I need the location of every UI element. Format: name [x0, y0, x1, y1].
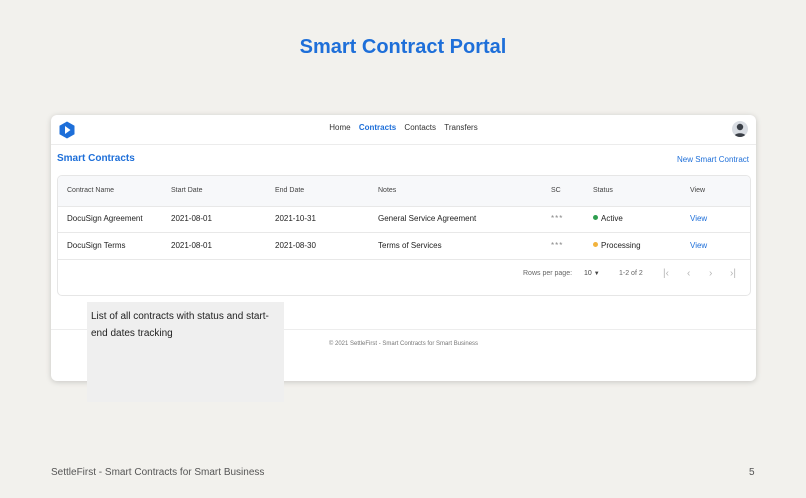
status-text: Active: [601, 214, 623, 223]
header-start-date[interactable]: Start Date: [171, 186, 203, 196]
rows-per-page-value: 10: [584, 270, 592, 277]
main-nav: Home Contracts Contacts Transfers: [51, 123, 756, 132]
table-row: DocuSign Terms 2021-08-01 2021-08-30 Ter…: [58, 233, 750, 260]
last-page-icon[interactable]: ›|: [730, 268, 736, 279]
table-header: Contract Name Start Date End Date Notes …: [58, 176, 750, 207]
nav-home[interactable]: Home: [329, 123, 350, 132]
start-date: 2021-08-01: [171, 241, 212, 250]
header-view: View: [690, 187, 706, 194]
view-link[interactable]: View: [690, 214, 707, 224]
notes: Terms of Services: [378, 241, 442, 250]
notes: General Service Agreement: [378, 214, 477, 223]
status-text: Processing: [601, 241, 641, 250]
new-smart-contract-link[interactable]: New Smart Contract: [677, 155, 749, 164]
prev-page-icon[interactable]: ‹: [687, 268, 690, 279]
status-dot-icon: [593, 242, 598, 247]
contract-name: DocuSign Terms: [67, 241, 126, 250]
pagination-range: 1-2 of 2: [619, 270, 643, 277]
header-notes[interactable]: Notes: [378, 186, 396, 196]
annotation-callout: List of all contracts with status and st…: [87, 302, 284, 402]
header-contract-name[interactable]: Contract Name: [67, 186, 114, 196]
slide-footer: SettleFirst - Smart Contracts for Smart …: [51, 467, 265, 478]
first-page-icon[interactable]: |‹: [663, 268, 669, 279]
user-avatar-icon: [734, 123, 746, 137]
end-date: 2021-10-31: [275, 214, 316, 223]
end-date: 2021-08-30: [275, 241, 316, 250]
header-end-date[interactable]: End Date: [275, 186, 304, 196]
page-number: 5: [749, 467, 755, 478]
nav-transfers[interactable]: Transfers: [444, 123, 478, 132]
sc-value: ***: [551, 214, 564, 223]
rows-per-page-label: Rows per page:: [523, 270, 573, 277]
next-page-icon[interactable]: ›: [709, 268, 712, 279]
rows-per-page-select[interactable]: 10 ▼: [584, 270, 600, 277]
status-dot-icon: [593, 215, 598, 220]
view-link[interactable]: View: [690, 241, 707, 251]
status-badge: Processing: [593, 241, 641, 251]
nav-contacts[interactable]: Contacts: [404, 123, 436, 132]
section-title: Smart Contracts: [57, 153, 135, 164]
start-date: 2021-08-01: [171, 214, 212, 223]
slide-title: Smart Contract Portal: [299, 36, 507, 58]
status-badge: Active: [593, 214, 623, 224]
table-row: DocuSign Agreement 2021-08-01 2021-10-31…: [58, 206, 750, 233]
contracts-table: Contract Name Start Date End Date Notes …: [57, 175, 751, 296]
avatar[interactable]: [732, 121, 748, 137]
top-navbar: Home Contracts Contacts Transfers: [51, 115, 756, 145]
contract-name: DocuSign Agreement: [67, 214, 143, 223]
sc-value: ***: [551, 241, 564, 250]
header-status[interactable]: Status: [593, 186, 613, 196]
nav-contracts[interactable]: Contracts: [359, 123, 396, 132]
dropdown-caret-icon: ▼: [593, 271, 600, 277]
header-sc[interactable]: SC: [551, 186, 561, 196]
